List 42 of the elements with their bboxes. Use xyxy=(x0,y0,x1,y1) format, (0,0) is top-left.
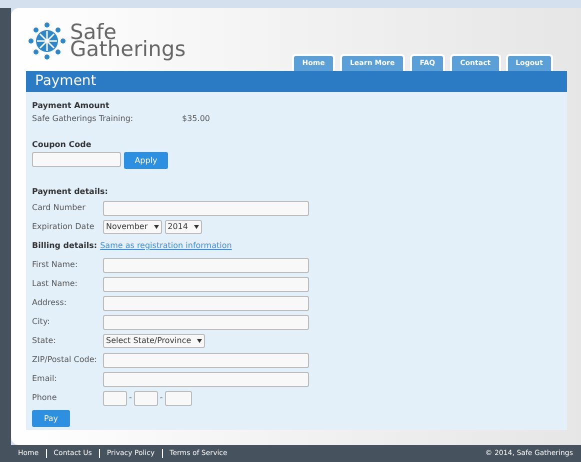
apply-button[interactable]: Apply xyxy=(124,152,168,169)
phone-input[interactable] xyxy=(103,390,127,406)
field-label: Phone xyxy=(32,392,58,404)
dropdown-caret-icon xyxy=(154,225,159,229)
field-label: Email: xyxy=(32,373,58,385)
text-input[interactable] xyxy=(103,372,309,386)
section-heading: Payment Amount xyxy=(32,100,110,112)
dropdown-caret-icon xyxy=(197,339,202,343)
phone-separator: - xyxy=(160,392,163,404)
field-label: Expiration Date xyxy=(32,221,96,233)
same-as-registration-link[interactable]: Same as registration information xyxy=(100,240,232,252)
field-label: Address: xyxy=(32,297,68,309)
dropdown[interactable]: November xyxy=(103,220,162,234)
item-price: $35.00 xyxy=(182,113,210,125)
text-input[interactable] xyxy=(103,200,309,216)
text-input[interactable] xyxy=(103,314,309,330)
pay-button[interactable]: Pay xyxy=(32,410,70,427)
text-input[interactable] xyxy=(103,276,309,292)
dropdown-caret-icon xyxy=(194,225,199,229)
field-label: First Name: xyxy=(32,259,79,271)
logo-text: Gatherings xyxy=(70,41,186,58)
dropdown[interactable]: Select State/Province xyxy=(103,334,206,348)
section-heading: Payment details: xyxy=(32,186,109,198)
field-label: ZIP/Postal Code: xyxy=(32,354,98,366)
text-input[interactable] xyxy=(103,258,309,272)
phone-input[interactable] xyxy=(164,390,192,406)
section-heading: Billing details: xyxy=(32,240,98,252)
field-label: Card Number xyxy=(32,202,86,214)
logo-text: Safe xyxy=(70,24,117,41)
section-heading: Coupon Code xyxy=(32,139,92,151)
field-label: State: xyxy=(32,335,57,347)
field-label: Last Name: xyxy=(32,278,79,290)
phone-input[interactable] xyxy=(134,390,158,406)
phone-separator: - xyxy=(129,392,132,404)
text-input[interactable] xyxy=(103,352,309,368)
coupon-input[interactable] xyxy=(32,152,121,167)
item-label: Safe Gatherings Training: xyxy=(32,113,134,125)
logo-icon xyxy=(27,21,67,61)
text-input[interactable] xyxy=(103,296,309,310)
dropdown[interactable]: 2014 xyxy=(164,220,202,234)
field-label: City: xyxy=(32,316,51,328)
page-title: Payment xyxy=(35,72,96,91)
